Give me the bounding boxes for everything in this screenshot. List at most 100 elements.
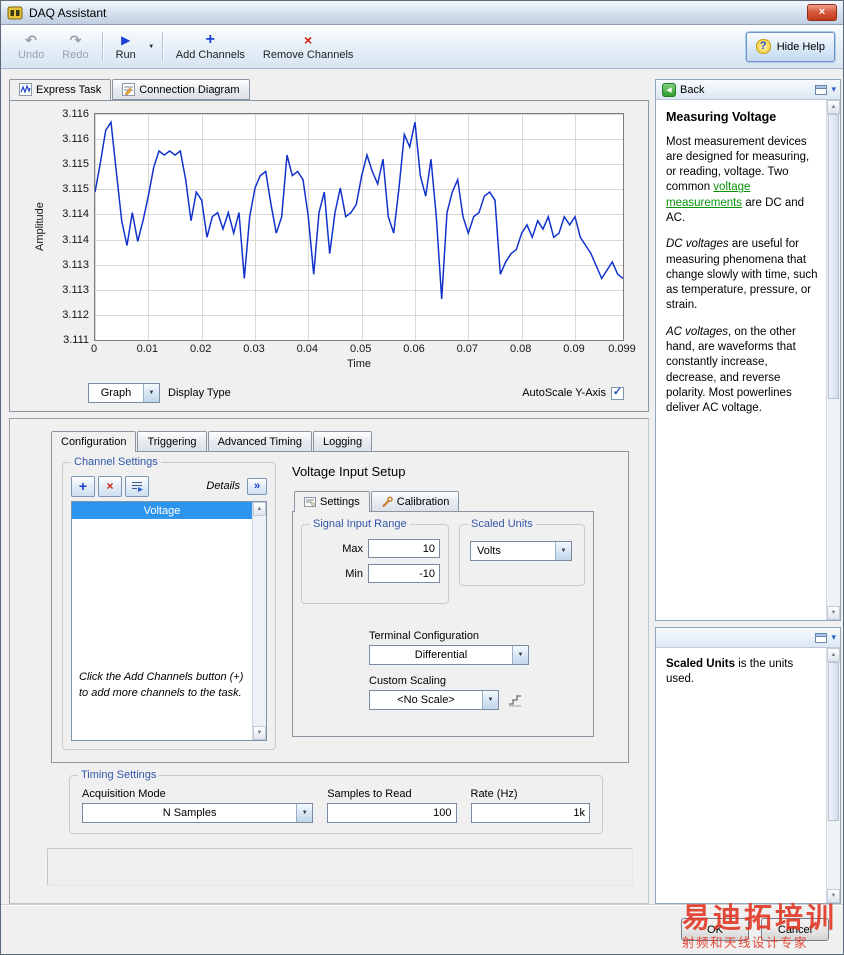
- x-tick-label: 0.01: [136, 343, 159, 355]
- new-custom-scale-button[interactable]: [505, 690, 525, 710]
- titlebar[interactable]: DAQ Assistant ×: [1, 1, 843, 25]
- scroll-up-icon: ▲: [830, 104, 837, 110]
- y-tick-label: 3.114: [62, 233, 89, 246]
- float-window-icon[interactable]: [815, 632, 828, 643]
- scaled-units-title: Scaled Units: [468, 518, 536, 530]
- config-tab-logging[interactable]: Logging: [312, 431, 373, 452]
- add-channel-button[interactable]: +: [71, 475, 95, 497]
- max-input[interactable]: [368, 539, 440, 558]
- toolbar-separator: [161, 32, 163, 61]
- display-type-label: Display Type: [168, 387, 231, 399]
- add-channels-button[interactable]: + Add Channels: [167, 27, 254, 66]
- channel-list-scrollbar[interactable]: ▲ ▼: [252, 502, 266, 740]
- custom-scaling-combo[interactable]: <No Scale> ▼: [369, 690, 499, 710]
- min-input[interactable]: [368, 564, 440, 583]
- remove-channels-button[interactable]: × Remove Channels: [254, 27, 363, 66]
- float-window-icon[interactable]: [815, 84, 828, 95]
- scaled-units-combo[interactable]: Volts ▼: [470, 541, 572, 561]
- ok-button[interactable]: OK: [681, 918, 749, 941]
- scroll-down-button[interactable]: ▼: [827, 889, 840, 903]
- y-axis-labels: 3.116 3.116 3.115 3.115 3.114 3.114 3.113 3.113…: [48, 108, 94, 346]
- terminal-configuration-combo[interactable]: Differential ▼: [369, 645, 529, 665]
- config-tab-body: Channel Settings + × Details » Voltage C…: [51, 451, 629, 763]
- close-button[interactable]: ×: [807, 4, 837, 21]
- run-dropdown-button[interactable]: ▼: [145, 27, 158, 66]
- voltage-setup-tab-strip: Settings Calibration: [294, 491, 618, 512]
- undo-icon: ↶: [25, 32, 38, 48]
- undo-label: Undo: [18, 49, 45, 61]
- express-tab-strip: Express Task Connection Diagram: [9, 79, 653, 100]
- help-panel-context: ▾ Scaled Units is the units used. ▲ ▼: [655, 627, 841, 904]
- combo-arrow-icon[interactable]: ▼: [143, 384, 159, 402]
- toolbar-separator: [101, 32, 103, 61]
- help-paragraph: AC voltages, on the other hand, are wave…: [666, 325, 796, 415]
- x-tick-label: 0.09: [563, 343, 585, 355]
- close-icon: ×: [818, 6, 826, 18]
- hide-help-button[interactable]: ? Hide Help: [745, 31, 835, 62]
- remove-channels-label: Remove Channels: [262, 49, 354, 61]
- acquisition-mode-value: N Samples: [162, 807, 217, 819]
- autoscale-checkbox[interactable]: ✓: [611, 386, 624, 400]
- channel-settings-title: Channel Settings: [71, 456, 161, 468]
- delete-channel-button[interactable]: ×: [98, 475, 122, 497]
- undo-button[interactable]: ↶ Undo: [9, 27, 53, 66]
- delete-icon: ×: [106, 479, 114, 493]
- combo-arrow-icon[interactable]: ▼: [555, 542, 571, 560]
- waveform-plot: [94, 113, 624, 341]
- collapse-chevron-icon[interactable]: ▾: [831, 633, 836, 642]
- combo-arrow-icon[interactable]: ▼: [512, 646, 528, 664]
- display-type-value: Graph: [100, 387, 132, 399]
- back-label: Back: [680, 83, 705, 96]
- y-tick-label: 3.115: [62, 183, 89, 196]
- connection-diagram-label: Connection Diagram: [139, 83, 240, 96]
- tab-express-task[interactable]: Express Task: [9, 79, 112, 100]
- collapse-chevron-icon[interactable]: ▾: [831, 85, 836, 94]
- run-button[interactable]: ▶ Run: [107, 27, 145, 66]
- scroll-down-button[interactable]: ▼: [827, 606, 840, 620]
- back-button[interactable]: ◀ Back: [660, 82, 710, 98]
- scroll-up-button[interactable]: ▲: [253, 502, 266, 516]
- scrollbar-thumb[interactable]: [828, 114, 839, 400]
- scrollbar-track[interactable]: [827, 662, 840, 889]
- config-tab-advanced-timing[interactable]: Advanced Timing: [207, 431, 312, 452]
- config-tab-triggering[interactable]: Triggering: [137, 431, 207, 452]
- channel-list[interactable]: Voltage Click the Add Channels button (+…: [71, 501, 267, 741]
- custom-scale-icon: [509, 695, 521, 707]
- scroll-up-button[interactable]: ▲: [827, 100, 840, 114]
- tab-calibration[interactable]: Calibration: [370, 491, 460, 512]
- samples-to-read-input[interactable]: [327, 803, 457, 823]
- channel-views-button[interactable]: [125, 475, 149, 497]
- tab-connection-diagram[interactable]: Connection Diagram: [112, 79, 250, 100]
- amplitude-axis-label: Amplitude: [34, 202, 46, 252]
- rate-input[interactable]: [470, 803, 591, 823]
- scrollbar-track[interactable]: [827, 114, 840, 606]
- x-axis-labels: 0 0.01 0.02 0.03 0.04 0.05 0.06 0.07 0.08 0.09 0.0…: [91, 341, 636, 355]
- context-help-scrollbar[interactable]: ▲ ▼: [826, 648, 840, 903]
- acquisition-mode-combo[interactable]: N Samples ▼: [82, 803, 314, 823]
- channel-item-voltage[interactable]: Voltage: [72, 502, 252, 519]
- y-tick-label: 3.111: [63, 334, 89, 346]
- time-axis-label: Time: [346, 358, 372, 370]
- combo-arrow-icon[interactable]: ▼: [482, 691, 498, 709]
- display-type-combo[interactable]: Graph ▼: [88, 383, 160, 403]
- scroll-up-button[interactable]: ▲: [827, 648, 840, 662]
- scroll-down-button[interactable]: ▼: [253, 726, 266, 740]
- config-panel: Configuration Triggering Advanced Timing Lo…: [9, 418, 649, 904]
- scrollbar-thumb[interactable]: [828, 662, 839, 821]
- cancel-button[interactable]: Cancel: [761, 918, 829, 941]
- scrollbar-track[interactable]: [253, 516, 266, 726]
- graph-panel: Amplitude 3.116 3.116 3.115 3.115 3.114 3.114…: [9, 100, 649, 412]
- back-icon: ◀: [662, 82, 676, 97]
- config-tab-configuration[interactable]: Configuration: [51, 431, 137, 452]
- daq-assistant-icon: [7, 6, 23, 19]
- redo-button[interactable]: ↷ Redo: [53, 27, 97, 66]
- tab-settings[interactable]: Settings: [294, 491, 370, 512]
- redo-label: Redo: [62, 49, 89, 61]
- x-tick-label: 0.04: [296, 343, 319, 355]
- combo-arrow-icon[interactable]: ▼: [296, 804, 313, 822]
- expand-details-button[interactable]: »: [247, 477, 267, 495]
- y-tick-label: 3.116: [62, 133, 89, 146]
- help-scrollbar[interactable]: ▲ ▼: [826, 100, 840, 620]
- voltage-input-setup: Voltage Input Setup Settings Calibration: [276, 462, 618, 752]
- connection-diagram-icon: [122, 83, 136, 96]
